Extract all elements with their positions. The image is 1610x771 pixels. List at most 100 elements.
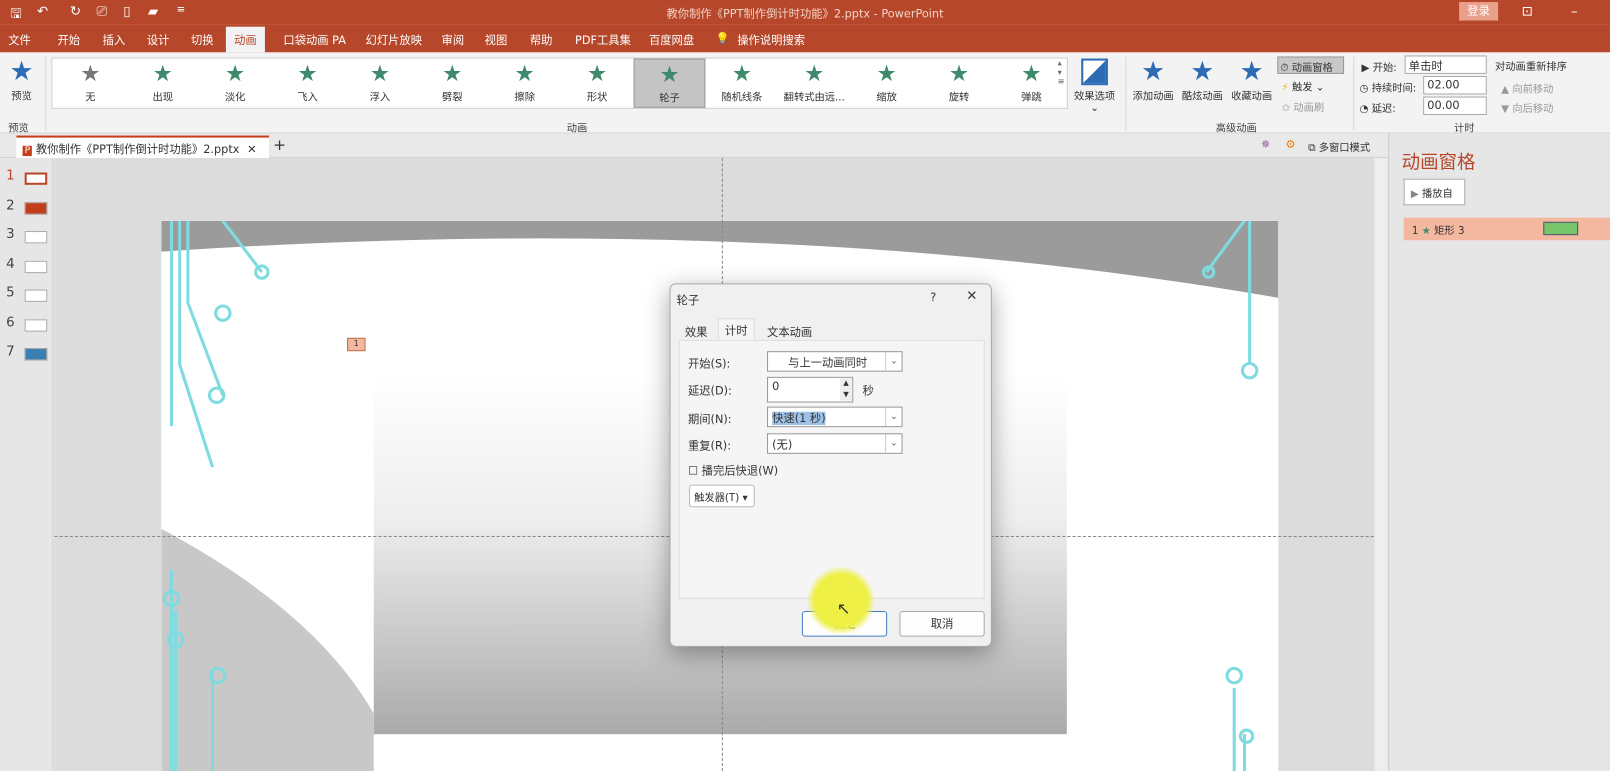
- animation-option[interactable]: ★ 缩放: [851, 59, 923, 108]
- multiwindow-button[interactable]: ⧉ 多窗口模式: [1308, 139, 1370, 154]
- animation-option[interactable]: ★ 飞入: [272, 59, 344, 108]
- slide-thumbnail[interactable]: [24, 318, 48, 332]
- animation-option-label: 随机线条: [721, 92, 763, 104]
- tab-file[interactable]: 文件: [8, 32, 31, 48]
- tab-design[interactable]: 设计: [147, 32, 170, 48]
- animation-option-label: 擦除: [514, 92, 535, 104]
- tab-effect[interactable]: 效果: [679, 321, 714, 342]
- cancel-button[interactable]: 取消: [899, 610, 985, 637]
- add-animation-button[interactable]: ★ 添加动画: [1129, 56, 1176, 102]
- animation-star-icon: ★: [731, 61, 752, 88]
- menu-bar: 文件 开始 插入 设计 切换 动画 口袋动画 PA 幻灯片放映 审阅 视图 帮助…: [0, 24, 1610, 53]
- add-animation-star-icon: ★: [1141, 56, 1166, 88]
- delay-spinner[interactable]: 00.00: [1423, 96, 1487, 116]
- animation-option-label: 轮子: [659, 93, 680, 105]
- lightbulb-icon: 💡: [715, 31, 730, 46]
- close-tab-icon[interactable]: ✕: [247, 143, 256, 156]
- animation-list-item[interactable]: 1 ★ 矩形 3: [1403, 217, 1610, 241]
- new-tab-icon[interactable]: +: [273, 136, 286, 154]
- animation-option[interactable]: ★ 弹跳: [995, 59, 1067, 108]
- slide-thumbnail[interactable]: [24, 260, 48, 273]
- slide-thumbnail[interactable]: [24, 289, 48, 302]
- animation-option[interactable]: ★ 擦除: [489, 59, 561, 108]
- start-select[interactable]: 与上一动画同时 ⌄: [767, 351, 903, 372]
- group-label-animation: 动画: [566, 123, 588, 135]
- animation-option-label: 缩放: [876, 92, 897, 104]
- animation-painter-button[interactable]: ✩ 动画刷: [1281, 99, 1324, 114]
- favorite-animation-button[interactable]: ★ 收藏动画: [1228, 56, 1275, 102]
- move-later-button[interactable]: ▼ 向后移动: [1501, 100, 1553, 115]
- vertical-scrollbar[interactable]: [1374, 158, 1388, 771]
- delay-spinner[interactable]: 0 ▲ ▼: [767, 376, 854, 403]
- rewind-checkbox[interactable]: ☐ 播完后快退(W): [688, 462, 778, 478]
- duration-spinner[interactable]: 02.00: [1423, 75, 1487, 95]
- animation-star-icon: ★: [876, 61, 897, 88]
- play-from-button[interactable]: ▶ 播放自: [1403, 178, 1466, 206]
- period-select[interactable]: 快速(1 秒) ⌄: [767, 406, 903, 428]
- slide-thumbnail[interactable]: [24, 201, 48, 215]
- document-tab[interactable]: P 教你制作《PPT制作倒计时功能》2.pptx ✕ ⋮: [16, 135, 270, 170]
- tab-pocket-animation[interactable]: 口袋动画 PA: [283, 32, 346, 48]
- help-button[interactable]: ?: [930, 291, 936, 304]
- slide-number: 4: [6, 256, 15, 272]
- animation-star-icon: ★: [514, 61, 535, 88]
- animation-option[interactable]: ★ 随机线条: [706, 59, 778, 108]
- slide-thumbnail[interactable]: [24, 348, 48, 361]
- document-tab-bar: P 教你制作《PPT制作倒计时功能》2.pptx ✕ ⋮ + ✵ ⚙ ⧉ 多窗口…: [0, 133, 1610, 170]
- settings-icon[interactable]: ⚙: [1286, 138, 1296, 151]
- tab-insert[interactable]: 插入: [103, 32, 126, 48]
- animation-tag[interactable]: 1: [347, 337, 366, 352]
- animation-star-icon: ★: [224, 61, 246, 88]
- tab-view[interactable]: 视图: [485, 32, 508, 48]
- tab-slideshow[interactable]: 幻灯片放映: [366, 32, 422, 48]
- tell-me-search[interactable]: 操作说明搜索: [737, 32, 805, 48]
- animation-pane-button[interactable]: ⏱ 动画窗格: [1277, 56, 1345, 74]
- tab-help[interactable]: 帮助: [530, 32, 553, 48]
- start-label: ▶ 开始:: [1361, 62, 1397, 74]
- star-icon: ★: [1421, 225, 1431, 238]
- document-tab-label: 教你制作《PPT制作倒计时功能》2.pptx: [35, 142, 240, 157]
- repeat-select[interactable]: (无) ⌄: [767, 433, 903, 454]
- animation-option[interactable]: ★ 翻转式由远...: [778, 59, 850, 108]
- period-label: 期间(N):: [687, 412, 732, 427]
- login-button[interactable]: 登录: [1459, 2, 1499, 21]
- tab-timing[interactable]: 计时: [717, 318, 755, 342]
- animation-option[interactable]: ★ 无: [54, 59, 126, 108]
- tab-transitions[interactable]: 切换: [191, 32, 214, 48]
- tab-text-animation[interactable]: 文本动画: [761, 321, 819, 342]
- cool-animation-button[interactable]: ★ 酷炫动画: [1179, 56, 1226, 102]
- addin-icon[interactable]: ✵: [1261, 138, 1270, 151]
- tab-animations[interactable]: 动画: [225, 26, 265, 53]
- animation-option[interactable]: ★ 出现: [127, 59, 199, 108]
- trigger-button[interactable]: ⚡ 触发 ⌄: [1281, 78, 1324, 93]
- lightning-icon: ⚡: [1281, 82, 1289, 94]
- start-select[interactable]: 单击时: [1404, 55, 1487, 74]
- timeline-bar[interactable]: [1543, 221, 1579, 236]
- animation-option[interactable]: ★ 劈裂: [416, 59, 488, 108]
- animation-option[interactable]: ★ 旋转: [923, 59, 995, 108]
- ribbon: ★ 预览 预览 ★ 无 ★ 出现 ★ 淡化 ★ 飞入 ★ 浮入 ★ 劈裂 ★ 擦除 ★ 形状 ★ 轮子 ★ 随机线条 ★…: [0, 52, 1610, 135]
- preview-button[interactable]: ★ 预览: [4, 56, 39, 102]
- close-icon[interactable]: ✕: [966, 289, 977, 304]
- animation-option-label: 浮入: [369, 92, 391, 104]
- animation-option[interactable]: ★ 轮子: [633, 58, 706, 108]
- minimize-icon[interactable]: –: [1571, 4, 1578, 19]
- tab-baidu-netdisk[interactable]: 百度网盘: [649, 32, 694, 48]
- trigger-button[interactable]: 触发器(T) ▾: [688, 484, 755, 508]
- animation-option[interactable]: ★ 形状: [561, 59, 633, 108]
- animation-option[interactable]: ★ 浮入: [344, 59, 416, 108]
- animation-option[interactable]: ★ 淡化: [199, 59, 271, 108]
- gallery-scroll-icon[interactable]: ▴ ▾ ≡: [1058, 59, 1065, 87]
- tab-review[interactable]: 审阅: [442, 32, 465, 48]
- slide-thumbnail[interactable]: [24, 172, 48, 185]
- duration-label: ◷ 持续时间:: [1359, 83, 1417, 95]
- animation-pane-label: 动画窗格: [1291, 62, 1333, 74]
- animation-option-label: 弹跳: [1021, 92, 1042, 104]
- tab-pdf-tools[interactable]: PDF工具集: [575, 32, 631, 48]
- slide-thumbnail[interactable]: [24, 231, 48, 244]
- move-earlier-button[interactable]: ▲ 向前移动: [1501, 80, 1553, 95]
- effect-options-button[interactable]: 效果选项 ⌄: [1072, 58, 1117, 114]
- tab-home[interactable]: 开始: [58, 32, 81, 48]
- ribbon-display-icon[interactable]: ⊡: [1522, 4, 1533, 19]
- start-label: 开始(S):: [687, 357, 731, 371]
